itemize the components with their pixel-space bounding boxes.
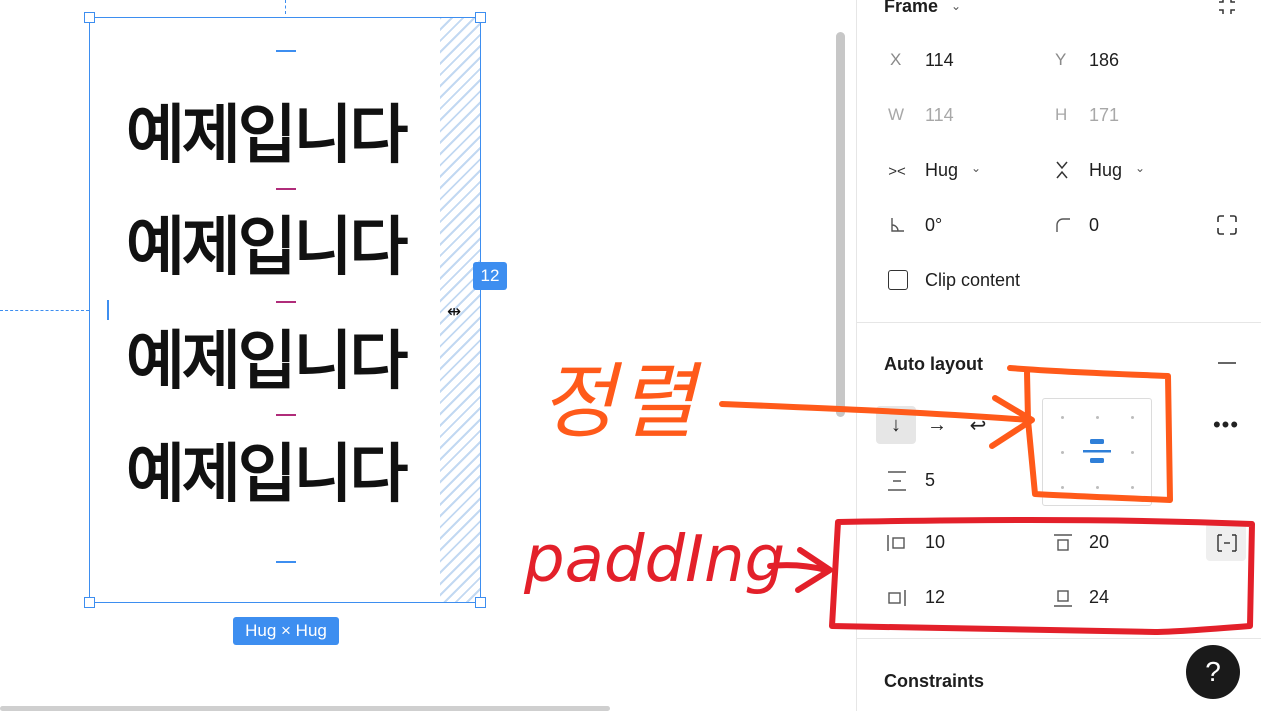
padding-top-input[interactable]: 20	[1089, 532, 1109, 553]
width-mode-select[interactable]: Hug	[925, 160, 958, 181]
alignment-grid[interactable]	[1042, 398, 1152, 506]
chevron-down-icon[interactable]: ⌄	[968, 158, 984, 178]
padding-right-icon	[884, 586, 910, 610]
resize-handle-top-left[interactable]	[84, 12, 95, 23]
padding-top-icon	[1050, 531, 1076, 555]
resize-handle-top-right[interactable]	[475, 12, 486, 23]
frame-section-title[interactable]: Frame	[884, 0, 938, 17]
align-center-icon	[1083, 439, 1111, 463]
gap-marker	[276, 414, 296, 416]
guide-horizontal	[0, 310, 89, 311]
gap-marker	[276, 301, 296, 303]
padding-left-marker	[107, 300, 109, 320]
gap-marker	[276, 188, 296, 190]
guide-vertical	[285, 0, 286, 14]
auto-layout-title: Auto layout	[884, 354, 983, 374]
w-input[interactable]: 114	[925, 105, 954, 126]
chevron-down-icon[interactable]: ⌄	[948, 0, 964, 16]
spacing-input[interactable]: 5	[925, 470, 935, 491]
h-input[interactable]: 171	[1089, 105, 1119, 126]
text-layer-1[interactable]: 예제입니다	[126, 100, 408, 172]
padding-value-badge: 12	[473, 262, 507, 290]
direction-wrap-icon[interactable]: ↩	[966, 412, 990, 438]
more-options-icon[interactable]: •••	[1210, 412, 1242, 437]
padding-bottom-input[interactable]: 24	[1089, 587, 1109, 608]
section-divider	[856, 638, 1261, 639]
padding-left-icon	[884, 531, 910, 555]
x-input[interactable]: 114	[925, 50, 954, 71]
horizontal-resize-icon: ><	[888, 162, 906, 180]
x-label: X	[890, 50, 902, 69]
remove-auto-layout-icon[interactable]	[1216, 352, 1238, 374]
padding-left-input[interactable]: 10	[925, 532, 945, 553]
design-canvas[interactable]: 예제입니다 예제입니다 예제입니다 예제입니다 12 ⇹ Hug × Hug	[0, 0, 856, 711]
collapse-frame-icon[interactable]	[1214, 0, 1240, 18]
padding-bottom-icon	[1050, 586, 1076, 610]
clip-content-checkbox[interactable]	[888, 270, 908, 290]
corner-radius-icon	[1052, 213, 1074, 237]
help-button[interactable]: ?	[1186, 645, 1240, 699]
individual-padding-icon	[1214, 531, 1240, 555]
rotation-input[interactable]: 0°	[925, 215, 942, 236]
vertical-resize-icon	[1052, 158, 1072, 182]
height-mode-select[interactable]: Hug	[1089, 160, 1122, 181]
rotation-icon	[886, 213, 908, 237]
arrow-down-icon: ↓	[891, 413, 901, 436]
text-layer-3[interactable]: 예제입니다	[126, 326, 408, 398]
padding-top-marker	[276, 50, 296, 52]
text-layer-4[interactable]: 예제입니다	[126, 439, 408, 511]
constraints-title: Constraints	[884, 671, 985, 691]
y-input[interactable]: 186	[1089, 50, 1119, 71]
independent-corners-icon[interactable]	[1214, 212, 1240, 238]
w-label: W	[888, 105, 905, 124]
direction-horizontal-icon[interactable]: →	[925, 412, 949, 438]
resize-handle-bottom-right[interactable]	[475, 597, 486, 608]
clip-content-label: Clip content	[925, 270, 1021, 290]
size-mode-badge: Hug × Hug	[233, 617, 339, 645]
padding-right-input[interactable]: 12	[925, 587, 945, 608]
corner-radius-input[interactable]: 0	[1089, 215, 1099, 236]
resize-handle-bottom-left[interactable]	[84, 597, 95, 608]
y-label: Y	[1055, 50, 1067, 69]
canvas-scrollbar-horizontal[interactable]	[0, 706, 610, 711]
padding-bottom-marker	[276, 561, 296, 563]
canvas-scrollbar-vertical[interactable]	[836, 32, 845, 417]
h-label: H	[1055, 105, 1068, 124]
section-divider	[856, 322, 1261, 323]
resize-cursor-icon: ⇹	[447, 302, 462, 321]
item-spacing-icon	[884, 468, 910, 494]
text-layer-2[interactable]: 예제입니다	[126, 212, 408, 284]
chevron-down-icon[interactable]: ⌄	[1132, 158, 1148, 178]
